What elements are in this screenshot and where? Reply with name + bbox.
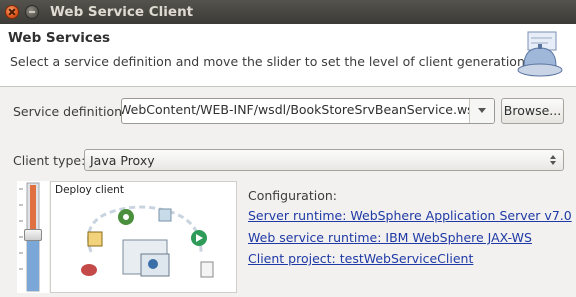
slider-stage-label: Deploy client (55, 184, 124, 196)
start-icon (191, 230, 207, 246)
service-bell-icon (517, 31, 563, 77)
service-definition-label: Service definition: (13, 104, 127, 119)
service-definition-combo[interactable]: WebContent/WEB-INF/wsdl/BookStoreSrvBean… (121, 98, 495, 124)
page-description: Select a service definition and move the… (10, 54, 529, 69)
web-service-runtime-link[interactable]: Web service runtime: IBM WebSphere JAX-W… (248, 230, 532, 245)
assemble-icon (81, 264, 97, 276)
client-type-select[interactable]: Java Proxy (84, 149, 564, 171)
client-generation-diagram: Deploy client (50, 181, 237, 293)
close-window-button[interactable] (5, 5, 19, 19)
generation-stages-graphic (81, 205, 214, 278)
wizard-header: Web Services Select a service definition… (0, 24, 576, 87)
minimize-window-button[interactable] (25, 5, 39, 19)
slider-thumb[interactable] (24, 229, 42, 241)
window-title: Web Service Client (50, 4, 194, 20)
client-generation-slider[interactable] (17, 181, 49, 293)
client-computer-icon (122, 239, 170, 277)
service-definition-value: WebContent/WEB-INF/wsdl/BookStoreSrvBean… (121, 102, 486, 117)
deploy-icon (118, 209, 134, 225)
install-icon (158, 208, 172, 222)
develop-icon (87, 231, 103, 247)
up-down-arrows-icon (550, 155, 556, 165)
page-title: Web Services (8, 30, 111, 46)
client-type-value: Java Proxy (90, 153, 155, 168)
client-project-link[interactable]: Client project: testWebServiceClient (248, 251, 473, 266)
chevron-down-icon[interactable] (469, 99, 494, 123)
client-type-label: Client type: (13, 153, 86, 168)
title-bar: Web Service Client (0, 0, 576, 24)
configuration-heading: Configuration: (248, 188, 337, 203)
browse-button[interactable]: Browse... (501, 98, 564, 124)
test-icon (200, 261, 214, 278)
server-runtime-link[interactable]: Server runtime: WebSphere Application Se… (248, 208, 572, 223)
